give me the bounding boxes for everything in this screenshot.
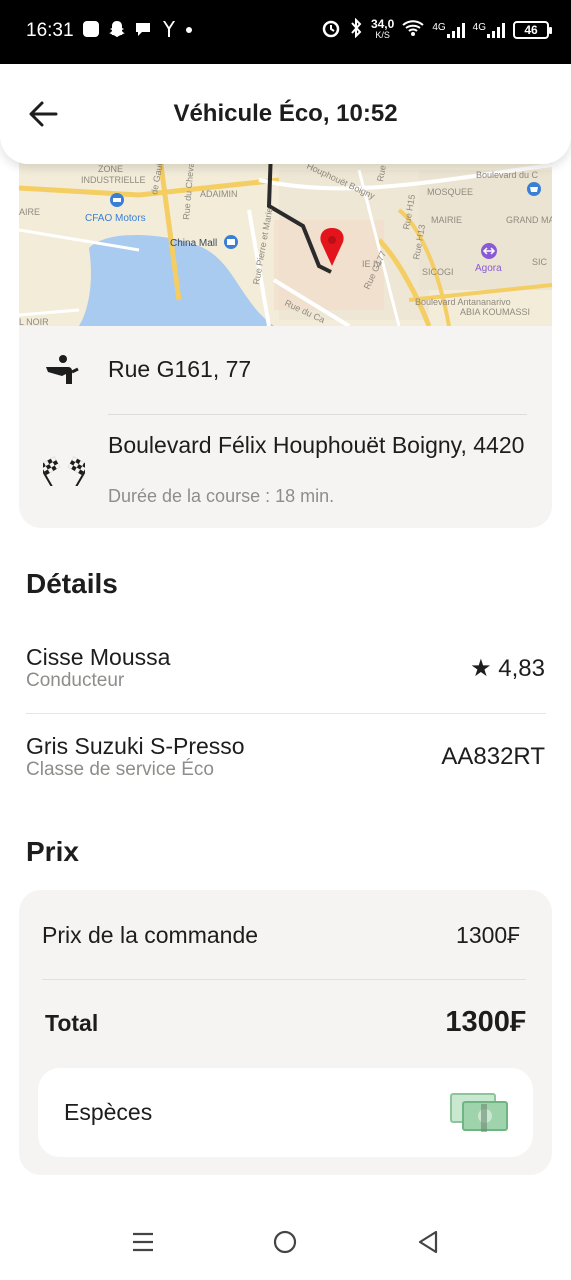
map-label: SIC: [532, 257, 548, 267]
map-label: AIRE: [19, 207, 40, 217]
details-heading: Détails: [26, 568, 118, 599]
chat-bubble-icon: [134, 20, 152, 45]
map-label-agora: Agora: [475, 263, 502, 274]
price-card: Prix de la commande 1300₣ Total 1300₣ Es…: [19, 890, 552, 1175]
status-bar: 16:31 34,0 K/S 4G 4G 46: [0, 0, 571, 64]
map-label-cfao: CFAO Motors: [85, 213, 146, 224]
network-speed: 34,0 K/S: [370, 16, 395, 41]
payment-method-button[interactable]: Espèces: [38, 1068, 533, 1157]
map-canvas[interactable]: ZONE INDUSTRIELLE ADAIMIN AIRE MOSQUEE M…: [19, 150, 552, 326]
top-header: Véhicule Éco, 10:52: [0, 64, 571, 164]
map-label-china-mall: China Mall: [170, 238, 217, 249]
signal-1: 4G: [432, 21, 465, 38]
order-price-value: 1300₣: [456, 922, 520, 948]
price-divider: [42, 979, 526, 980]
map-label: INDUSTRIELLE: [81, 175, 146, 185]
map-label: Boulevard du C: [476, 170, 539, 180]
license-plate: AA832RT: [441, 743, 545, 770]
network-speed-unit: K/S: [375, 29, 390, 40]
back-triangle-icon[interactable]: [416, 1229, 440, 1255]
status-time: 16:31: [26, 20, 74, 41]
china-mall-marker-icon: [224, 235, 238, 249]
driver-name: Cisse Moussa: [26, 644, 171, 670]
battery-icon: 46: [513, 20, 552, 39]
map-label: MAIRIE: [431, 215, 462, 225]
yandex-y-icon: [160, 20, 176, 45]
home-circle-icon[interactable]: [273, 1230, 297, 1254]
map-label: ADAIMIN: [200, 189, 238, 199]
signal-2-label: 4G: [472, 21, 486, 33]
alarm-icon: [321, 18, 341, 41]
payment-method-label: Espèces: [64, 1099, 153, 1125]
cfao-marker-icon: [110, 193, 124, 207]
signal-2: 4G: [473, 22, 505, 38]
driver-role: Conducteur: [26, 670, 125, 691]
trip-duration: Durée de la course : 18 min.: [108, 486, 335, 506]
map-label: SICOGI: [422, 267, 454, 277]
notification-icons: [82, 20, 194, 45]
order-price-label: Prix de la commande: [42, 922, 259, 948]
service-class: Classe de service Éco: [26, 759, 214, 780]
page-title: Véhicule Éco, 10:52: [173, 100, 398, 127]
snapchat-icon: [108, 20, 126, 45]
price-heading: Prix: [26, 836, 79, 867]
destination-address[interactable]: Boulevard Félix Houphouët Boigny, 4420: [108, 432, 528, 459]
shop-marker-icon: [527, 182, 541, 196]
signal-bars-icon: [487, 22, 505, 38]
route-divider: [108, 414, 527, 415]
map-label: ABIA KOUMASSI: [460, 307, 530, 317]
network-speed-value: 34,0: [370, 16, 395, 31]
map-label: MOSQUEE: [427, 187, 473, 197]
map-label: L NOIR: [19, 317, 49, 326]
car-model: Gris Suzuki S-Presso: [26, 733, 245, 759]
route-card: Rue G161, 77 Boulevard Félix Houphouët B…: [19, 326, 552, 528]
signal-bars-icon: [446, 22, 465, 38]
total-value: 1300₣: [445, 1006, 526, 1038]
cash-icon: [450, 1093, 508, 1132]
agora-marker-icon: [481, 243, 497, 259]
wifi-icon: [402, 19, 424, 40]
status-right-icons: 34,0 K/S 4G 4G 46: [321, 16, 552, 41]
signal-1-label: 4G: [432, 21, 446, 33]
notification-app-icon: [82, 20, 100, 45]
pickup-address[interactable]: Rue G161, 77: [108, 356, 251, 383]
person-pickup-icon: [46, 355, 79, 384]
dot-icon: [184, 20, 194, 45]
map-label: GRAND MA: [506, 215, 552, 225]
map-label: Boulevard Antananarivo: [415, 297, 511, 307]
route-map[interactable]: ZONE INDUSTRIELLE ADAIMIN AIRE MOSQUEE M…: [19, 150, 552, 326]
system-nav-bar: [0, 1200, 571, 1280]
bluetooth-icon: [349, 17, 363, 41]
menu-icon[interactable]: [131, 1230, 155, 1254]
total-label: Total: [45, 1010, 99, 1036]
checkered-flags-icon: [43, 456, 85, 486]
details-divider: [26, 713, 546, 714]
map-label: ZONE: [98, 164, 123, 174]
driver-rating: ★ 4,83: [470, 655, 545, 682]
